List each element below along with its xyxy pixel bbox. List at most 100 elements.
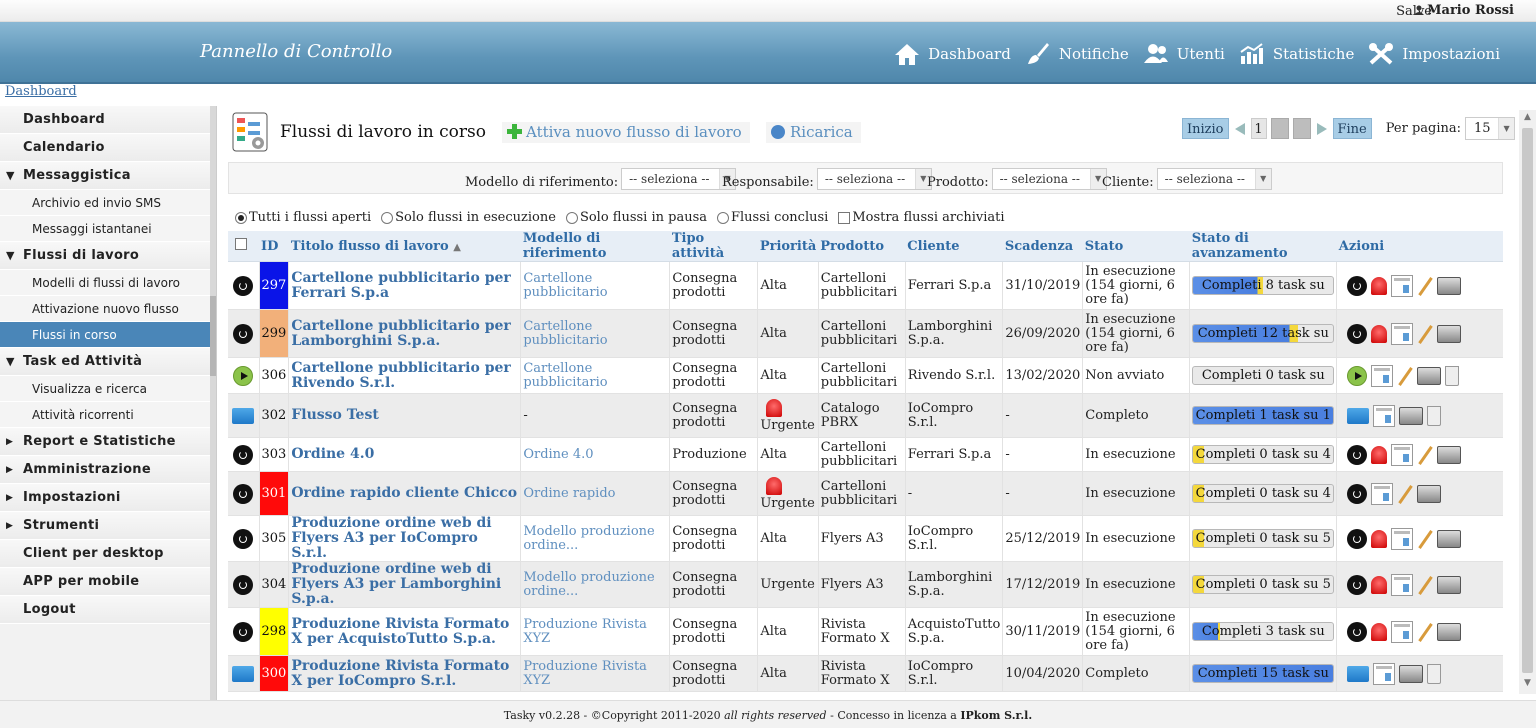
table-row[interactable]: 305 Produzione ordine web di Flyers A3 pe…: [228, 515, 1503, 562]
first-page-button[interactable]: Inizio: [1182, 118, 1229, 139]
status-radio[interactable]: Solo flussi in pausa: [565, 210, 707, 225]
sidebar-item-flussi-in-corso[interactable]: Flussi in corso: [0, 322, 210, 348]
pencil-icon[interactable]: [1417, 276, 1433, 296]
printer-icon[interactable]: [1437, 575, 1462, 594]
col-priority[interactable]: Priorità: [757, 231, 819, 262]
folder-icon[interactable]: [1347, 407, 1370, 424]
pencil-icon[interactable]: [1417, 622, 1433, 642]
client-filter-select[interactable]: -- seleziona -- ▼: [1156, 168, 1272, 190]
prev-arrow-icon[interactable]: [1233, 122, 1247, 136]
document-icon[interactable]: [1373, 404, 1396, 427]
show-archived-checkbox[interactable]: Mostra flussi archiviati: [838, 210, 1005, 225]
siren-icon[interactable]: [1371, 529, 1388, 548]
radio-button[interactable]: [717, 211, 729, 224]
table-row[interactable]: 304 Produzione ordine web di Flyers A3 pe…: [228, 561, 1503, 608]
power-icon[interactable]: [233, 444, 254, 465]
product-filter-select[interactable]: -- seleziona -- ▼: [991, 168, 1107, 190]
power-icon[interactable]: [233, 275, 254, 296]
sidebar-item-attivazione-nuovo-flusso[interactable]: Attivazione nuovo flusso: [0, 296, 210, 322]
sidebar-item-visualizza-e-ricerca[interactable]: Visualizza e ricerca: [0, 376, 210, 402]
col-id[interactable]: ID: [259, 231, 289, 262]
folder-icon[interactable]: [232, 665, 255, 682]
reload-button[interactable]: Ricarica: [766, 122, 861, 143]
table-row[interactable]: 298 Produzione Rivista Formato X per Acqu…: [228, 607, 1503, 656]
sidebar-item-messaggi-istantanei[interactable]: Messaggi istantanei: [0, 216, 210, 242]
model-filter-select[interactable]: -- seleziona -- ▼: [621, 168, 737, 190]
printer-icon[interactable]: [1399, 406, 1424, 425]
power-icon[interactable]: [1347, 621, 1368, 642]
breadcrumb-dashboard[interactable]: Dashboard: [5, 84, 77, 99]
power-icon[interactable]: [233, 528, 254, 549]
sidebar-item-strumenti[interactable]: ▶ Strumenti: [0, 512, 210, 540]
document-icon[interactable]: [1391, 573, 1414, 596]
power-icon[interactable]: [1347, 574, 1368, 595]
nav-utenti[interactable]: Utenti: [1143, 42, 1225, 66]
play-icon[interactable]: [233, 365, 254, 386]
siren-icon[interactable]: [1371, 575, 1388, 594]
sidebar-item-modelli-di-flussi-di-lavoro[interactable]: Modelli di flussi di lavoro: [0, 270, 210, 296]
power-icon[interactable]: [1347, 528, 1368, 549]
sidebar-item-report-e-statistiche[interactable]: ▶ Report e Statistiche: [0, 428, 210, 456]
sidebar-item-app-per-mobile[interactable]: APP per mobile: [0, 568, 210, 596]
siren-icon[interactable]: [1371, 445, 1388, 464]
sidebar-item-calendario[interactable]: Calendario: [0, 134, 210, 162]
per-page-select[interactable]: 15 ▼: [1465, 117, 1516, 140]
checkbox[interactable]: [838, 211, 851, 224]
power-icon[interactable]: [233, 574, 254, 595]
select-all-checkbox[interactable]: [235, 238, 247, 250]
activate-workflow-button[interactable]: Attiva nuovo flusso di lavoro: [502, 122, 750, 143]
sidebar-item-client-per-desktop[interactable]: Client per desktop: [0, 540, 210, 568]
trash-icon[interactable]: [1427, 663, 1442, 684]
printer-icon[interactable]: [1437, 529, 1462, 548]
power-icon[interactable]: [233, 483, 254, 504]
document-icon[interactable]: [1391, 322, 1414, 345]
power-icon[interactable]: [1347, 275, 1368, 296]
sidebar-item-impostazioni[interactable]: ▶ Impostazioni: [0, 484, 210, 512]
table-row[interactable]: 297 Cartellone pubblicitario per Ferrari …: [228, 261, 1503, 310]
siren-icon[interactable]: [1371, 276, 1388, 295]
power-icon[interactable]: [1347, 323, 1368, 344]
sidebar-item-archivio-ed-invio-sms[interactable]: Archivio ed invio SMS: [0, 190, 210, 216]
table-row[interactable]: 303 Ordine 4.0 Ordine 4.0 Produzione Alta Car…: [228, 437, 1503, 472]
sidebar-item-flussi-di-lavoro[interactable]: ▼ Flussi di lavoro: [0, 242, 210, 270]
col-product[interactable]: Prodotto: [818, 231, 906, 262]
table-row[interactable]: 306 Cartellone pubblicitario per Rivendo …: [228, 357, 1503, 394]
responsible-filter-select[interactable]: -- seleziona -- ▼: [816, 168, 932, 190]
col-progress[interactable]: Stato di avanzamento: [1189, 231, 1337, 262]
user-name[interactable]: Mario Rossi: [1414, 3, 1514, 18]
col-model[interactable]: Modello di riferimento: [520, 231, 670, 262]
radio-button[interactable]: [565, 211, 578, 224]
sidebar-item-attivit-ricorrenti[interactable]: Attività ricorrenti: [0, 402, 210, 428]
sidebar-item-task-ed-attivit-[interactable]: ▼ Task ed Attività: [0, 348, 210, 376]
document-icon[interactable]: [1391, 527, 1414, 550]
col-title[interactable]: Titolo flusso di lavoro ▲: [288, 231, 521, 262]
trash-icon[interactable]: [1427, 405, 1442, 426]
sidebar-item-dashboard[interactable]: Dashboard: [0, 106, 210, 134]
col-deadline[interactable]: Scadenza: [1002, 231, 1083, 262]
nav-statistiche[interactable]: Statistiche: [1239, 42, 1354, 66]
siren-icon[interactable]: [1371, 622, 1388, 641]
col-client[interactable]: Cliente: [905, 231, 1003, 262]
power-icon[interactable]: [1347, 483, 1368, 504]
printer-icon[interactable]: [1417, 484, 1442, 503]
document-icon[interactable]: [1371, 482, 1394, 505]
scroll-thumb[interactable]: [1522, 128, 1533, 673]
siren-icon[interactable]: [1371, 324, 1388, 343]
power-icon[interactable]: [233, 323, 254, 344]
last-page-button[interactable]: Fine: [1332, 118, 1372, 139]
document-icon[interactable]: [1371, 364, 1394, 387]
document-icon[interactable]: [1391, 443, 1414, 466]
power-icon[interactable]: [233, 621, 254, 642]
document-icon[interactable]: [1391, 620, 1414, 643]
printer-icon[interactable]: [1437, 622, 1462, 641]
power-icon[interactable]: [1347, 444, 1368, 465]
printer-icon[interactable]: [1437, 445, 1462, 464]
status-radio[interactable]: Flussi conclusi: [717, 210, 828, 225]
nav-notifiche[interactable]: Notifiche: [1025, 42, 1129, 66]
scroll-down-icon[interactable]: ▼: [1519, 678, 1536, 692]
table-row[interactable]: 300 Produzione Rivista Formato X per IoCo…: [228, 655, 1503, 692]
main-scrollbar[interactable]: ▲ ▼: [1519, 110, 1536, 694]
scroll-up-icon[interactable]: ▲: [1519, 112, 1536, 126]
pencil-icon[interactable]: [1417, 575, 1433, 595]
nav-dashboard[interactable]: Dashboard: [894, 42, 1011, 66]
